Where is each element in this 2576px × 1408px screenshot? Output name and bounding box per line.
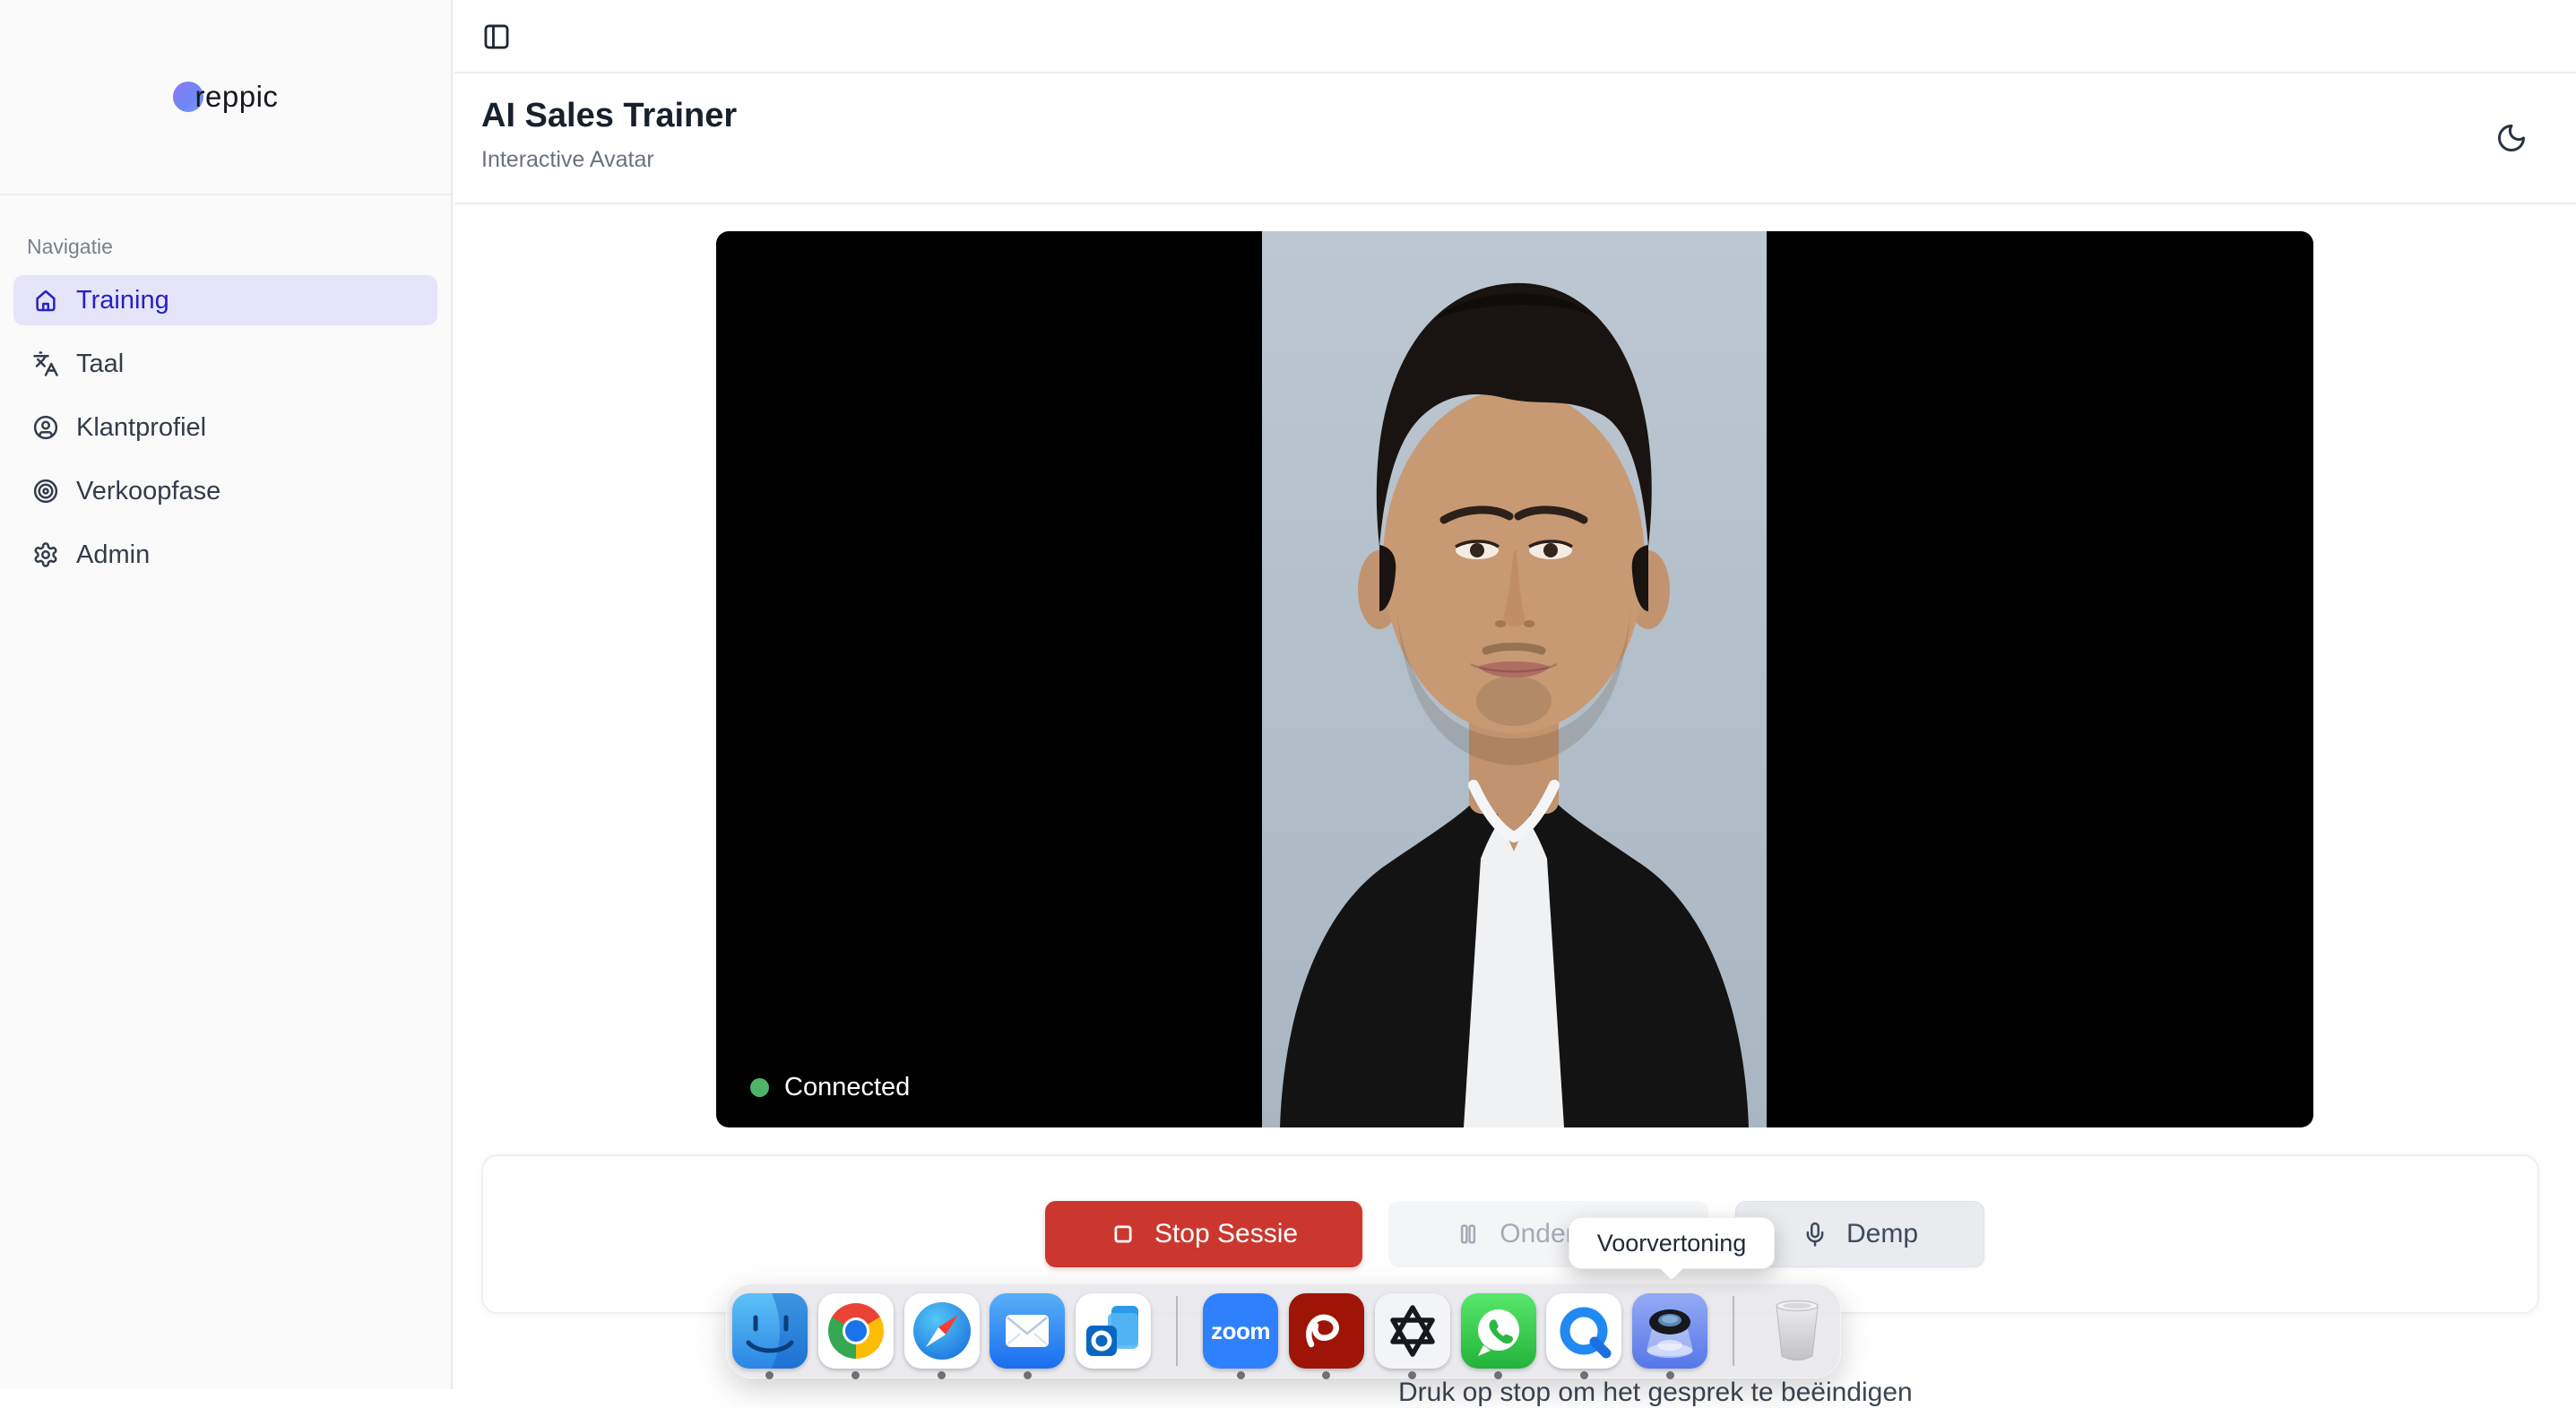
gear-icon xyxy=(32,541,59,568)
running-indicator xyxy=(765,1371,774,1379)
mail-icon xyxy=(990,1293,1065,1369)
dock-item-chatgpt[interactable] xyxy=(1370,1293,1456,1369)
status-label: Connected xyxy=(784,1073,910,1102)
sidebar-header: reppic xyxy=(0,0,451,195)
dock-item-chrome[interactable] xyxy=(813,1293,899,1369)
dock-item-whatsapp[interactable] xyxy=(1456,1293,1542,1369)
sidebar-section-label: Navigatie xyxy=(27,235,451,259)
dock-item-acrobat[interactable] xyxy=(1284,1293,1370,1369)
sidebar-item-label: Training xyxy=(76,286,169,315)
running-indicator xyxy=(1494,1371,1502,1379)
dock-divider xyxy=(1733,1296,1734,1366)
connection-status: Connected xyxy=(750,1073,910,1102)
dark-mode-toggle[interactable] xyxy=(2495,122,2531,158)
running-indicator xyxy=(1580,1371,1588,1379)
outlook-icon xyxy=(1076,1293,1151,1369)
dock-item-preview[interactable] xyxy=(1627,1293,1713,1369)
dock-tooltip-label: Voorvertoning xyxy=(1597,1230,1747,1257)
whatsapp-icon xyxy=(1461,1293,1536,1369)
clipped-page-text: Druk op stop om het gesprek te beëindige… xyxy=(1398,1378,1913,1408)
page-subtitle: Interactive Avatar xyxy=(481,147,654,173)
sidebar-item-label: Verkoopfase xyxy=(76,477,220,506)
sidebar-item-label: Klantprofiel xyxy=(76,413,206,443)
running-indicator xyxy=(1322,1371,1330,1379)
brand-name: reppic xyxy=(195,80,279,114)
running-indicator xyxy=(1024,1371,1032,1379)
dock-item-trash[interactable] xyxy=(1754,1293,1840,1369)
acrobat-icon xyxy=(1289,1293,1364,1369)
user-circle-icon xyxy=(32,414,59,441)
sidebar-item-label: Taal xyxy=(76,350,124,379)
stop-icon xyxy=(1110,1221,1137,1248)
preview-icon xyxy=(1632,1293,1707,1369)
zoom-icon: zoom xyxy=(1203,1293,1278,1369)
sidebar-toggle-icon[interactable] xyxy=(481,22,512,52)
house-icon xyxy=(32,287,59,314)
dock-item-safari[interactable] xyxy=(899,1293,985,1369)
sidebar: reppic Navigatie Training Taal Klantprof… xyxy=(0,0,453,1389)
mic-icon xyxy=(1802,1221,1828,1248)
dock-divider xyxy=(1176,1296,1178,1366)
dock-item-mail[interactable] xyxy=(984,1293,1070,1369)
running-indicator xyxy=(938,1371,946,1379)
trash-icon xyxy=(1759,1293,1835,1369)
avatar-video: Connected xyxy=(716,231,2313,1127)
running-indicator xyxy=(1237,1371,1245,1379)
running-indicator xyxy=(851,1371,860,1379)
sidebar-item-label: Admin xyxy=(76,540,150,570)
running-indicator xyxy=(1408,1371,1416,1379)
languages-icon xyxy=(32,350,59,377)
chrome-icon xyxy=(818,1293,894,1369)
macos-dock: zoom xyxy=(726,1283,1841,1378)
dock-item-finder[interactable] xyxy=(727,1293,813,1369)
dock-item-outlook[interactable] xyxy=(1070,1293,1156,1369)
dock-tooltip: Voorvertoning xyxy=(1569,1217,1775,1269)
sidebar-item-training[interactable]: Training xyxy=(13,275,437,325)
moon-icon xyxy=(2495,122,2528,154)
sidebar-item-admin[interactable]: Admin xyxy=(13,530,437,580)
brand-logo[interactable]: reppic xyxy=(173,80,279,114)
topbar xyxy=(454,0,2576,73)
avatar-illustration xyxy=(1262,231,1767,1127)
stop-session-label: Stop Sessie xyxy=(1154,1219,1298,1249)
pause-icon xyxy=(1455,1221,1482,1248)
dock-item-zoom[interactable]: zoom xyxy=(1197,1293,1284,1369)
safari-icon xyxy=(904,1293,980,1369)
sidebar-nav: Training Taal Klantprofiel Verkoopfase A… xyxy=(13,275,437,580)
page-header: AI Sales Trainer Interactive Avatar xyxy=(454,75,2576,204)
mute-label: Demp xyxy=(1846,1219,1918,1249)
finder-icon xyxy=(732,1293,808,1369)
dock-item-quicktime[interactable] xyxy=(1541,1293,1627,1369)
sidebar-item-verkoopfase[interactable]: Verkoopfase xyxy=(13,466,437,516)
chatgpt-icon xyxy=(1375,1293,1450,1369)
sidebar-item-taal[interactable]: Taal xyxy=(13,339,437,389)
page-title: AI Sales Trainer xyxy=(481,97,737,135)
stop-session-button[interactable]: Stop Sessie xyxy=(1045,1201,1362,1267)
zoom-wordmark: zoom xyxy=(1211,1317,1270,1345)
sidebar-item-klantprofiel[interactable]: Klantprofiel xyxy=(13,402,437,453)
running-indicator xyxy=(1666,1371,1674,1379)
status-dot-icon xyxy=(750,1078,769,1097)
target-icon xyxy=(32,478,59,505)
quicktime-icon xyxy=(1546,1293,1621,1369)
